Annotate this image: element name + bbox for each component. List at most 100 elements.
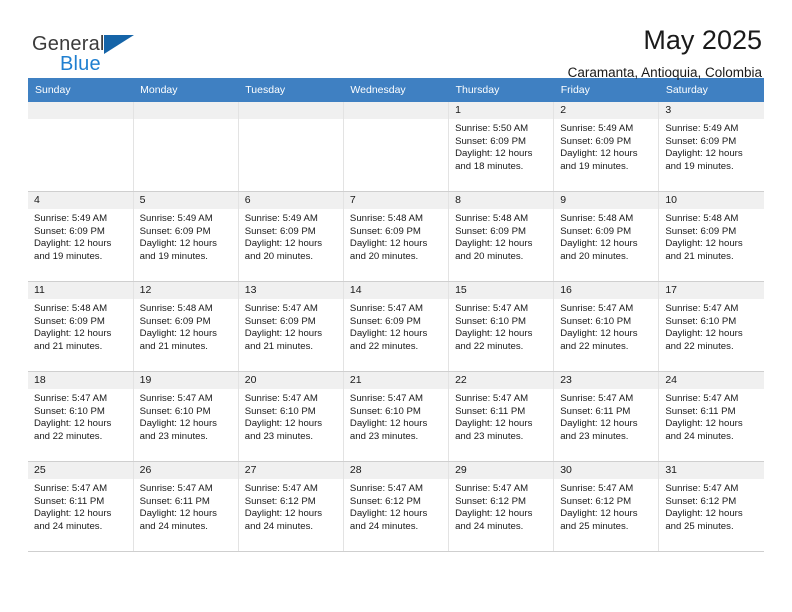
calendar-day-cell[interactable]: 15 Sunrise: 5:47 AM Sunset: 6:10 PM Dayligh… bbox=[448, 281, 555, 372]
daylight-text-line2: and 22 minutes. bbox=[560, 340, 629, 352]
calendar-cell-inner: 11 Sunrise: 5:48 AM Sunset: 6:09 PM Dayligh… bbox=[28, 282, 133, 371]
sunset-text: Sunset: 6:12 PM bbox=[349, 495, 421, 507]
calendar-day-cell[interactable]: 14 Sunrise: 5:47 AM Sunset: 6:09 PM Dayligh… bbox=[343, 281, 450, 372]
day-number bbox=[133, 102, 238, 119]
sunrise-text: Sunrise: 5:47 AM bbox=[455, 303, 529, 314]
brand-logo[interactable]: General Blue bbox=[28, 26, 148, 78]
daylight-text-line1: Daylight: 12 hours bbox=[349, 418, 428, 430]
calendar-day-cell[interactable]: 10 Sunrise: 5:48 AM Sunset: 6:09 PM Dayligh… bbox=[658, 191, 764, 282]
page-header: General Blue May 2025 Caramanta, Antioqu… bbox=[28, 0, 764, 79]
sunset-text: Sunset: 6:10 PM bbox=[665, 315, 737, 327]
title-block: May 2025 Caramanta, Antioquia, Colombia bbox=[148, 25, 764, 81]
day-details: Sunrise: 5:49 AM Sunset: 6:09 PM Daylight:… bbox=[554, 119, 658, 173]
calendar-day-cell[interactable]: 9 Sunrise: 5:48 AM Sunset: 6:09 PM Daylight… bbox=[553, 191, 660, 282]
sunset-text: Sunset: 6:10 PM bbox=[349, 405, 421, 417]
day-number: 30 bbox=[554, 462, 658, 479]
sunset-text: Sunset: 6:09 PM bbox=[455, 135, 526, 147]
sunrise-text: Sunrise: 5:47 AM bbox=[244, 303, 318, 314]
calendar-day-cell[interactable]: 8 Sunrise: 5:48 AM Sunset: 6:09 PM Daylight… bbox=[448, 191, 555, 282]
daylight-text-line1: Daylight: 12 hours bbox=[665, 328, 743, 340]
calendar-day-cell[interactable]: 6 Sunrise: 5:49 AM Sunset: 6:09 PM Daylight… bbox=[238, 191, 344, 282]
daylight-text-line2: and 22 minutes. bbox=[665, 340, 734, 352]
day-number bbox=[343, 102, 448, 119]
calendar-day-cell[interactable]: 25 Sunrise: 5:47 AM Sunset: 6:11 PM Dayligh… bbox=[28, 461, 134, 552]
daylight-text-line1: Daylight: 12 hours bbox=[560, 148, 638, 160]
day-number: 27 bbox=[238, 462, 343, 479]
calendar-day-cell[interactable]: 20 Sunrise: 5:47 AM Sunset: 6:10 PM Dayligh… bbox=[238, 371, 344, 462]
daylight-text-line2: and 20 minutes. bbox=[455, 250, 524, 262]
calendar-day-cell[interactable]: 3 Sunrise: 5:49 AM Sunset: 6:09 PM Daylight… bbox=[658, 102, 764, 192]
calendar-week-row: 18 Sunrise: 5:47 AM Sunset: 6:10 PM Dayligh… bbox=[28, 371, 764, 462]
calendar-cell-inner: 8 Sunrise: 5:48 AM Sunset: 6:09 PM Daylight… bbox=[449, 192, 553, 281]
calendar-week-row: 4 Sunrise: 5:49 AM Sunset: 6:09 PM Daylight… bbox=[28, 191, 764, 282]
day-number: 14 bbox=[343, 282, 448, 299]
daylight-text-line2: and 19 minutes. bbox=[139, 250, 208, 262]
calendar-day-cell[interactable]: 28 Sunrise: 5:47 AM Sunset: 6:12 PM Dayligh… bbox=[343, 461, 450, 552]
calendar-day-cell[interactable]: 5 Sunrise: 5:49 AM Sunset: 6:09 PM Daylight… bbox=[133, 191, 239, 282]
day-details: Sunrise: 5:47 AM Sunset: 6:12 PM Daylight:… bbox=[659, 479, 764, 533]
daylight-text-line1: Daylight: 12 hours bbox=[244, 508, 323, 520]
sunset-text: Sunset: 6:10 PM bbox=[139, 405, 211, 417]
calendar-day-cell[interactable]: 22 Sunrise: 5:47 AM Sunset: 6:11 PM Dayligh… bbox=[448, 371, 555, 462]
daylight-text-line2: and 18 minutes. bbox=[455, 160, 524, 172]
sunset-text: Sunset: 6:10 PM bbox=[560, 315, 632, 327]
calendar-day-cell[interactable]: 18 Sunrise: 5:47 AM Sunset: 6:10 PM Dayligh… bbox=[28, 371, 134, 462]
sunrise-text: Sunrise: 5:49 AM bbox=[244, 213, 318, 224]
sunrise-text: Sunrise: 5:49 AM bbox=[560, 123, 634, 134]
day-number: 10 bbox=[659, 192, 764, 209]
day-number: 18 bbox=[28, 372, 133, 389]
calendar-cell-inner: 14 Sunrise: 5:47 AM Sunset: 6:09 PM Dayligh… bbox=[343, 282, 448, 371]
calendar-day-cell[interactable]: 21 Sunrise: 5:47 AM Sunset: 6:10 PM Dayligh… bbox=[343, 371, 450, 462]
day-number: 26 bbox=[133, 462, 238, 479]
calendar-cell-inner: 19 Sunrise: 5:47 AM Sunset: 6:10 PM Dayligh… bbox=[133, 372, 238, 461]
calendar-day-cell[interactable]: 12 Sunrise: 5:48 AM Sunset: 6:09 PM Dayligh… bbox=[133, 281, 239, 372]
sunrise-text: Sunrise: 5:48 AM bbox=[455, 213, 529, 224]
sunrise-text: Sunrise: 5:48 AM bbox=[139, 303, 213, 314]
calendar-week-row: 25 Sunrise: 5:47 AM Sunset: 6:11 PM Dayligh… bbox=[28, 461, 764, 552]
sunset-text: Sunset: 6:12 PM bbox=[665, 495, 737, 507]
sunrise-text: Sunrise: 5:47 AM bbox=[349, 393, 423, 404]
daylight-text-line1: Daylight: 12 hours bbox=[349, 328, 428, 340]
daylight-text-line1: Daylight: 12 hours bbox=[349, 508, 428, 520]
calendar-day-cell[interactable]: 11 Sunrise: 5:48 AM Sunset: 6:09 PM Dayligh… bbox=[28, 281, 134, 372]
calendar-cell-inner: 21 Sunrise: 5:47 AM Sunset: 6:10 PM Dayligh… bbox=[343, 372, 448, 461]
daylight-text-line2: and 23 minutes. bbox=[455, 430, 524, 442]
day-details: Sunrise: 5:47 AM Sunset: 6:10 PM Daylight:… bbox=[659, 299, 764, 353]
page-subtitle: Caramanta, Antioquia, Colombia bbox=[567, 64, 762, 80]
calendar-day-cell[interactable]: 7 Sunrise: 5:48 AM Sunset: 6:09 PM Daylight… bbox=[343, 191, 450, 282]
calendar-day-cell[interactable]: 31 Sunrise: 5:47 AM Sunset: 6:12 PM Dayligh… bbox=[658, 461, 764, 552]
sunset-text: Sunset: 6:09 PM bbox=[34, 225, 105, 237]
calendar-day-cell[interactable]: 23 Sunrise: 5:47 AM Sunset: 6:11 PM Dayligh… bbox=[553, 371, 660, 462]
calendar-cell-inner: 16 Sunrise: 5:47 AM Sunset: 6:10 PM Dayligh… bbox=[554, 282, 658, 371]
calendar-day-cell[interactable]: 19 Sunrise: 5:47 AM Sunset: 6:10 PM Dayligh… bbox=[133, 371, 239, 462]
daylight-text-line2: and 20 minutes. bbox=[560, 250, 629, 262]
calendar-day-cell[interactable]: 2 Sunrise: 5:49 AM Sunset: 6:09 PM Daylight… bbox=[553, 102, 660, 192]
day-details: Sunrise: 5:47 AM Sunset: 6:10 PM Daylight:… bbox=[239, 389, 343, 443]
day-details: Sunrise: 5:49 AM Sunset: 6:09 PM Daylight:… bbox=[28, 209, 132, 263]
calendar-cell-inner: 9 Sunrise: 5:48 AM Sunset: 6:09 PM Daylight… bbox=[554, 192, 658, 281]
calendar-day-cell[interactable]: 1 Sunrise: 5:50 AM Sunset: 6:09 PM Daylight… bbox=[448, 102, 555, 192]
sunrise-text: Sunrise: 5:48 AM bbox=[349, 213, 423, 224]
calendar-day-cell[interactable]: 29 Sunrise: 5:47 AM Sunset: 6:12 PM Dayligh… bbox=[448, 461, 555, 552]
day-details: Sunrise: 5:50 AM Sunset: 6:09 PM Daylight:… bbox=[449, 119, 553, 173]
day-details: Sunrise: 5:48 AM Sunset: 6:09 PM Daylight:… bbox=[344, 209, 448, 263]
calendar-day-cell[interactable]: 16 Sunrise: 5:47 AM Sunset: 6:10 PM Dayligh… bbox=[553, 281, 660, 372]
daylight-text-line2: and 22 minutes. bbox=[455, 340, 524, 352]
sunrise-text: Sunrise: 5:47 AM bbox=[34, 483, 108, 494]
calendar-day-cell[interactable]: 13 Sunrise: 5:47 AM Sunset: 6:09 PM Dayligh… bbox=[238, 281, 344, 372]
sunrise-text: Sunrise: 5:47 AM bbox=[139, 483, 213, 494]
calendar-day-cell[interactable]: 17 Sunrise: 5:47 AM Sunset: 6:10 PM Dayligh… bbox=[658, 281, 764, 372]
calendar-day-cell[interactable]: 24 Sunrise: 5:47 AM Sunset: 6:11 PM Dayligh… bbox=[658, 371, 764, 462]
calendar-day-cell[interactable]: 27 Sunrise: 5:47 AM Sunset: 6:12 PM Dayligh… bbox=[238, 461, 344, 552]
calendar-cell-inner: 5 Sunrise: 5:49 AM Sunset: 6:09 PM Daylight… bbox=[133, 192, 238, 281]
sunset-text: Sunset: 6:09 PM bbox=[349, 315, 421, 327]
sunset-text: Sunset: 6:09 PM bbox=[244, 225, 316, 237]
sunrise-text: Sunrise: 5:47 AM bbox=[455, 393, 529, 404]
calendar-cell-inner: 28 Sunrise: 5:47 AM Sunset: 6:12 PM Dayligh… bbox=[343, 462, 448, 551]
calendar-day-cell[interactable]: 4 Sunrise: 5:49 AM Sunset: 6:09 PM Daylight… bbox=[28, 191, 134, 282]
calendar-day-cell[interactable]: 30 Sunrise: 5:47 AM Sunset: 6:12 PM Dayligh… bbox=[553, 461, 660, 552]
calendar-day-cell[interactable]: 26 Sunrise: 5:47 AM Sunset: 6:11 PM Dayligh… bbox=[133, 461, 239, 552]
calendar-cell-inner: 25 Sunrise: 5:47 AM Sunset: 6:11 PM Dayligh… bbox=[28, 462, 133, 551]
sunrise-text: Sunrise: 5:47 AM bbox=[349, 303, 423, 314]
sunset-text: Sunset: 6:09 PM bbox=[34, 315, 105, 327]
